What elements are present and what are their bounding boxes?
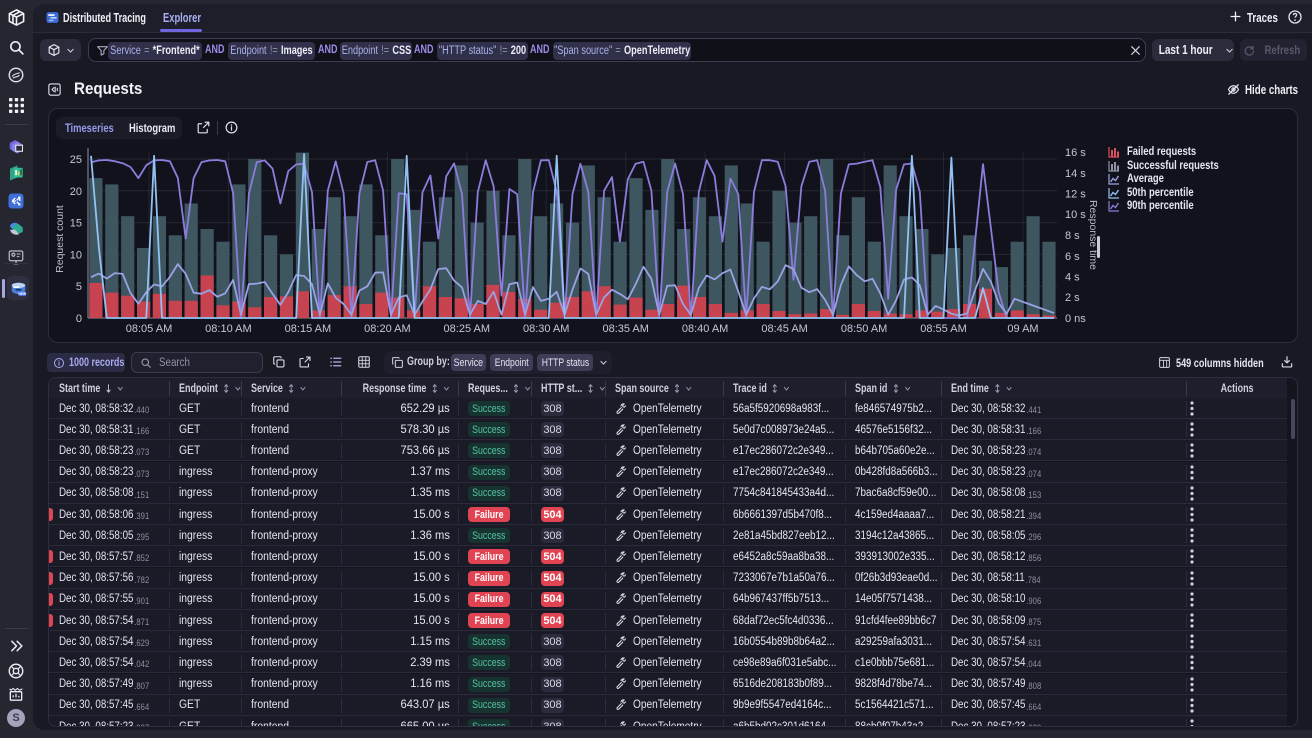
svg-text:Response time: Response time [1087, 200, 1099, 270]
svg-text:08:40 AM: 08:40 AM [682, 323, 728, 335]
svg-text:2 s: 2 s [1065, 292, 1080, 304]
svg-text:15: 15 [70, 218, 82, 230]
svg-text:20: 20 [70, 186, 82, 198]
svg-text:10: 10 [70, 249, 82, 261]
svg-text:08:35 AM: 08:35 AM [602, 323, 648, 335]
svg-text:10 s: 10 s [1065, 209, 1086, 221]
svg-text:12 s: 12 s [1065, 189, 1086, 201]
svg-text:8 s: 8 s [1065, 230, 1080, 242]
svg-text:25: 25 [70, 154, 82, 166]
svg-text:08:50 AM: 08:50 AM [841, 323, 887, 335]
svg-text:16 s: 16 s [1065, 147, 1086, 159]
svg-text:08:20 AM: 08:20 AM [364, 323, 410, 335]
svg-text:08:10 AM: 08:10 AM [205, 323, 251, 335]
svg-text:NEW: NEW [18, 292, 27, 296]
svg-text:0 ns: 0 ns [1065, 313, 1086, 325]
svg-text:14 s: 14 s [1065, 168, 1086, 180]
svg-text:08:25 AM: 08:25 AM [444, 323, 490, 335]
svg-text:6 s: 6 s [1065, 251, 1080, 263]
svg-text:08:05 AM: 08:05 AM [126, 323, 172, 335]
svg-text:08:45 AM: 08:45 AM [761, 323, 807, 335]
svg-text:5: 5 [76, 281, 82, 293]
svg-text:Request count: Request count [54, 205, 66, 273]
svg-text:08:30 AM: 08:30 AM [523, 323, 569, 335]
svg-text:09 AM: 09 AM [1007, 323, 1038, 335]
svg-text:4 s: 4 s [1065, 272, 1080, 284]
svg-text:0: 0 [76, 313, 82, 325]
svg-text:08:15 AM: 08:15 AM [285, 323, 331, 335]
svg-text:08:55 AM: 08:55 AM [920, 323, 966, 335]
